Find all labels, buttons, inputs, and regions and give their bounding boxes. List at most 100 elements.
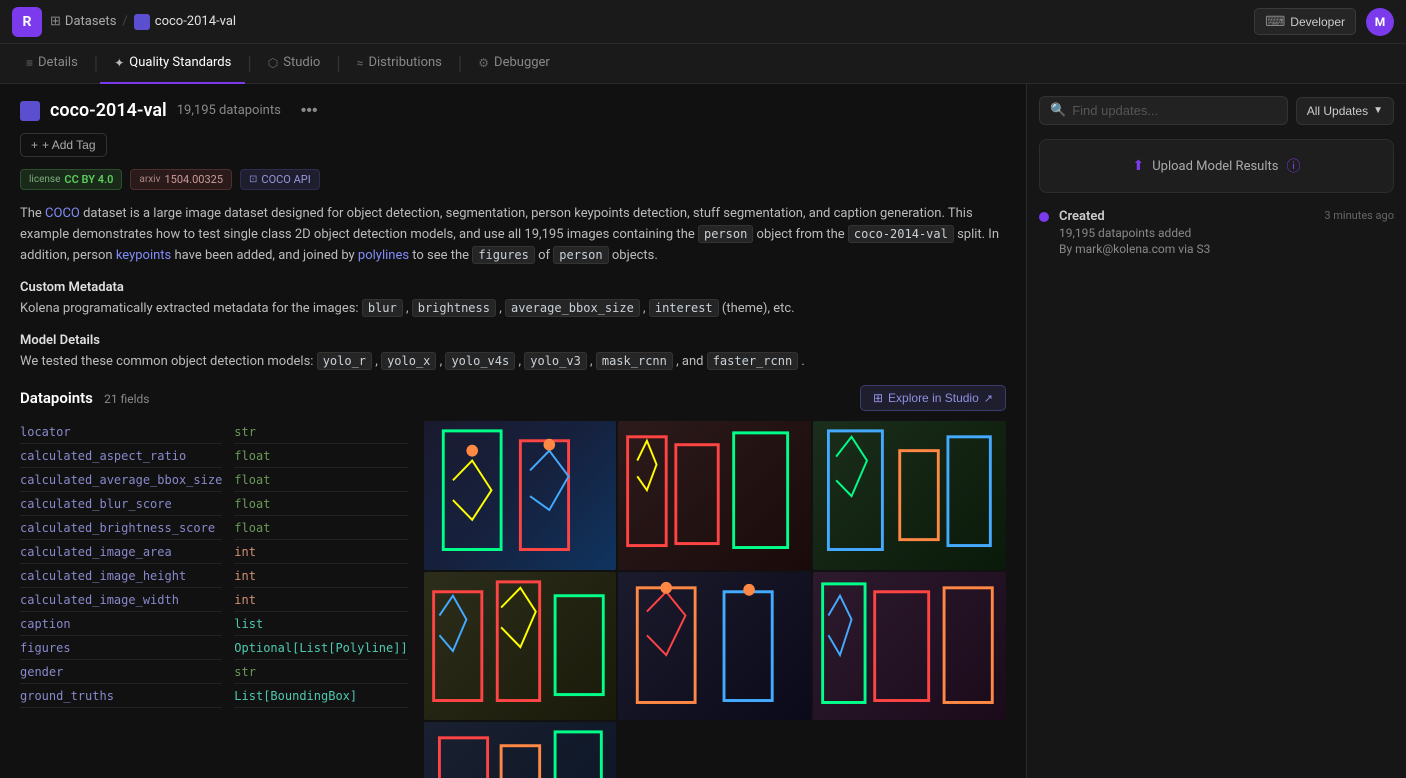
datapoints-main: locator str calculated_aspect_ratio floa…	[20, 421, 1006, 778]
description-block: The COCO dataset is a large image datase…	[20, 204, 1006, 266]
fields-count: 21 fields	[104, 392, 149, 406]
tab-distributions[interactable]: ≈ Distributions	[343, 44, 456, 84]
field-blur: calculated_blur_score	[20, 493, 222, 516]
dataset-image-4	[424, 572, 617, 720]
images-grid	[424, 421, 1006, 778]
details-icon: ≡	[26, 56, 33, 70]
search-icon: 🔍	[1050, 103, 1066, 118]
field-type-aspect-ratio: float	[234, 445, 407, 468]
nav-right: ⌨ Developer M	[1254, 8, 1394, 36]
tab-bar: ≡ Details | ✦ Quality Standards | ⬡ Stud…	[0, 44, 1406, 84]
explore-icon: ⊞	[873, 391, 883, 405]
custom-metadata-section: Custom Metadata Kolena programatically e…	[20, 280, 1006, 319]
plus-icon: +	[31, 138, 38, 152]
datapoints-title-group: Datapoints 21 fields	[20, 389, 149, 407]
search-input[interactable]	[1072, 103, 1277, 118]
tab-details[interactable]: ≡ Details	[12, 44, 92, 84]
activity-detail-line1: 19,195 datapoints added	[1059, 226, 1314, 240]
distributions-icon: ≈	[357, 56, 364, 70]
field-image-area: calculated_image_area	[20, 541, 222, 564]
coco-link[interactable]: COCO	[45, 206, 80, 221]
right-panel: 🔍 All Updates ▼ ⬆ Upload Model Results ⓘ…	[1026, 84, 1406, 778]
field-image-width: calculated_image_width	[20, 589, 222, 612]
field-gender: gender	[20, 661, 222, 684]
field-avg-bbox: calculated_average_bbox_size	[20, 469, 222, 492]
field-image-height: calculated_image_height	[20, 565, 222, 588]
field-type-blur: float	[234, 493, 407, 516]
tags-row: license CC BY 4.0 arxiv 1504.00325 ⊡ COC…	[20, 169, 1006, 190]
field-ground-truths: ground_truths	[20, 685, 222, 708]
dataset-image-5	[618, 572, 811, 720]
avatar[interactable]: M	[1366, 8, 1394, 36]
datapoints-header: Datapoints 21 fields ⊞ Explore in Studio…	[20, 385, 1006, 411]
field-type-image-area: int	[234, 541, 407, 564]
field-brightness: calculated_brightness_score	[20, 517, 222, 540]
activity-time: 3 minutes ago	[1324, 209, 1394, 256]
field-figures: figures	[20, 637, 222, 660]
field-caption: caption	[20, 613, 222, 636]
activity-title: Created	[1059, 209, 1314, 224]
field-type-image-width: int	[234, 589, 407, 612]
model-details-heading: Model Details	[20, 333, 1006, 348]
upload-icon: ⬆	[1133, 158, 1145, 174]
field-type-image-height: int	[234, 565, 407, 588]
dataset-nav-item: coco-2014-val	[134, 14, 236, 30]
field-type-figures: Optional[List[Polyline]]	[234, 637, 407, 660]
arxiv-tag[interactable]: arxiv 1504.00325	[130, 169, 232, 190]
keypoints-link[interactable]: keypoints	[116, 248, 171, 263]
search-row: 🔍 All Updates ▼	[1039, 96, 1394, 125]
tab-quality-standards[interactable]: ✦ Quality Standards	[100, 44, 245, 84]
top-nav: R ⊞ Datasets / coco-2014-val ⌨ Developer…	[0, 0, 1406, 44]
fields-list: locator str calculated_aspect_ratio floa…	[20, 421, 408, 778]
field-type-caption: list	[234, 613, 407, 636]
dataset-icon	[134, 14, 150, 30]
model-details-text: We tested these common object detection …	[20, 352, 1006, 372]
dataset-image-7	[424, 722, 617, 778]
polylines-link[interactable]: polylines	[358, 248, 409, 263]
all-updates-button[interactable]: All Updates ▼	[1296, 97, 1394, 125]
studio-icon: ⬡	[268, 56, 278, 70]
datapoints-section: Datapoints 21 fields ⊞ Explore in Studio…	[20, 385, 1006, 778]
custom-metadata-text: Kolena programatically extracted metadat…	[20, 299, 1006, 319]
dataset-image-1	[424, 421, 617, 569]
info-icon: ⓘ	[1286, 156, 1300, 176]
field-type-ground-truths: List[BoundingBox]	[234, 685, 407, 708]
add-tag-button[interactable]: + + Add Tag	[20, 133, 107, 157]
custom-metadata-heading: Custom Metadata	[20, 280, 1006, 295]
developer-button[interactable]: ⌨ Developer	[1254, 8, 1356, 35]
license-tag[interactable]: license CC BY 4.0	[20, 169, 122, 190]
tab-studio[interactable]: ⬡ Studio	[254, 44, 335, 84]
debugger-icon: ⚙	[478, 56, 489, 70]
datasets-nav-link[interactable]: ⊞ Datasets	[50, 14, 116, 29]
activity-content: Created 19,195 datapoints added By mark@…	[1059, 209, 1314, 256]
code-icon: ⌨	[1265, 13, 1285, 30]
field-type-brightness: float	[234, 517, 407, 540]
search-bar: 🔍	[1039, 96, 1288, 125]
chevron-down-icon: ▼	[1373, 105, 1383, 116]
activity-dot	[1039, 212, 1049, 222]
dataset-image-2	[618, 421, 811, 569]
datapoints-title: Datapoints	[20, 389, 93, 407]
activity-item: Created 19,195 datapoints added By mark@…	[1039, 209, 1394, 256]
upload-model-card[interactable]: ⬆ Upload Model Results ⓘ	[1039, 139, 1394, 193]
model-details-section: Model Details We tested these common obj…	[20, 333, 1006, 372]
more-options-button[interactable]: •••	[297, 102, 322, 120]
field-type-gender: str	[234, 661, 407, 684]
coco-icon: ⊡	[249, 174, 257, 185]
app-logo[interactable]: R	[12, 7, 42, 37]
activity-detail-line2: By mark@kolena.com via S3	[1059, 242, 1314, 256]
explore-studio-button[interactable]: ⊞ Explore in Studio ↗	[860, 385, 1006, 411]
field-type-avg-bbox: float	[234, 469, 407, 492]
left-content: coco-2014-val 19,195 datapoints ••• + + …	[0, 84, 1026, 778]
external-link-icon: ↗	[984, 392, 993, 405]
breadcrumb-separator: /	[122, 14, 127, 29]
field-type-locator: str	[234, 421, 407, 444]
main-layout: coco-2014-val 19,195 datapoints ••• + + …	[0, 84, 1406, 778]
tab-debugger[interactable]: ⚙ Debugger	[464, 44, 564, 84]
dataset-image-3	[813, 421, 1006, 569]
dataset-title-icon	[20, 101, 40, 121]
quality-icon: ✦	[114, 56, 124, 70]
coco-api-tag[interactable]: ⊡ COCO API	[240, 169, 320, 190]
dataset-header: coco-2014-val 19,195 datapoints •••	[20, 100, 1006, 121]
dataset-count: 19,195 datapoints	[177, 103, 281, 118]
